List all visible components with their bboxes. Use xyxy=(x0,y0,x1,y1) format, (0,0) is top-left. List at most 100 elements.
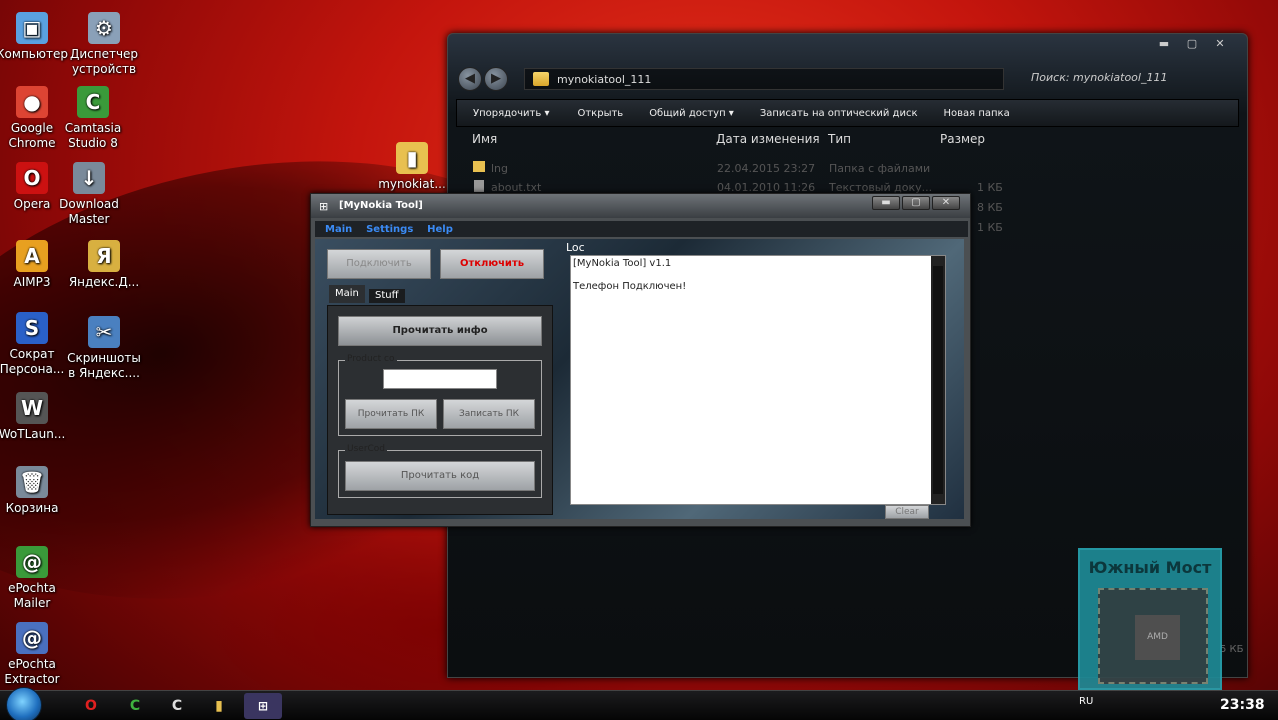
file-date: 22.04.2015 23:27 xyxy=(717,162,816,175)
tab-stuff[interactable]: Stuff xyxy=(369,289,405,303)
main-tab-panel: Прочитать инфо Product co Прочитать ПК З… xyxy=(327,305,553,515)
address-path: mynokiatool_111 xyxy=(557,73,652,86)
forward-arrow-icon[interactable]: ▶ xyxy=(484,67,508,91)
desktop-icon[interactable]: @ ePochta Extractor xyxy=(0,622,70,687)
desktop-icon[interactable]: ⚙ Диспетчер устройств xyxy=(66,12,142,77)
product-code-input[interactable] xyxy=(383,369,497,389)
desktop-icon[interactable]: ▮ mynokiat... xyxy=(374,142,450,192)
taskbar-c-icon[interactable]: C xyxy=(158,693,196,719)
app-icon: A xyxy=(16,240,48,272)
folder-icon xyxy=(473,161,485,172)
app-icon: C xyxy=(77,86,109,118)
desktop-icon[interactable]: 🗑 Корзина xyxy=(0,466,70,516)
app-icon: @ xyxy=(16,546,48,578)
address-bar[interactable]: mynokiatool_111 xyxy=(524,68,1004,90)
desktop-icon[interactable]: W WoTLaun... xyxy=(0,392,70,442)
app-icon: ▣ xyxy=(16,12,48,44)
desktop-icon[interactable]: Я Яндекс.Д... xyxy=(66,240,142,290)
desktop-icon[interactable]: ↓ Download Master xyxy=(51,162,127,227)
product-code-label: Product co xyxy=(345,354,397,364)
minimize-icon[interactable]: ▬ xyxy=(1151,36,1177,52)
desktop-icon-label: AIMP3 xyxy=(13,275,51,289)
menu-bar: Main Settings Help xyxy=(315,221,968,237)
log-line xyxy=(573,269,945,281)
search-input[interactable]: Поиск: mynokiatool_111 xyxy=(1023,68,1235,90)
read-info-button[interactable]: Прочитать инфо xyxy=(338,316,542,346)
file-size: 1 КБ xyxy=(977,181,1003,194)
desktop-icon-label: WoTLaun... xyxy=(0,427,66,441)
desktop-icon-label: ePochta Mailer xyxy=(8,581,56,610)
close-icon[interactable]: ✕ xyxy=(1207,36,1233,52)
app-icon: ✂ xyxy=(88,316,120,348)
desktop-icon-label: ePochta Extractor xyxy=(4,657,60,686)
clear-button[interactable]: Clear xyxy=(885,505,929,519)
explorer-window-controls: ▬ ▢ ✕ xyxy=(1151,36,1233,52)
menu-settings[interactable]: Settings xyxy=(366,224,413,235)
column-name[interactable]: Имя xyxy=(472,132,497,146)
watermark-title: Южный Мост xyxy=(1088,558,1212,577)
file-row[interactable]: lng 22.04.2015 23:27 Папка с файлами xyxy=(473,161,1233,179)
desktop-icon-label: Компьютер xyxy=(0,47,68,61)
app-icon: ⚙ xyxy=(88,12,120,44)
desktop-icon-label: Сократ Персона... xyxy=(0,347,65,376)
log-scrollbar[interactable] xyxy=(931,256,945,504)
desktop-icon[interactable]: ✂ Скриншоты в Яндекс.... xyxy=(66,316,142,381)
maximize-icon[interactable]: ▢ xyxy=(1179,36,1205,52)
desktop-icon-label: Download Master xyxy=(59,197,119,226)
start-button[interactable] xyxy=(6,687,42,720)
back-arrow-icon[interactable]: ◀ xyxy=(458,67,482,91)
desktop-icon[interactable]: C Camtasia Studio 8 xyxy=(55,86,131,151)
folder-icon xyxy=(533,72,549,86)
usercode-group: UserCod Прочитать код xyxy=(338,444,542,498)
toolbar-new-folder[interactable]: Новая папка xyxy=(944,108,1010,119)
desktop-icon-label: Яндекс.Д... xyxy=(68,275,140,289)
taskbar-explorer-icon[interactable]: ▮ xyxy=(200,693,238,719)
log-label: Loc xyxy=(566,241,585,254)
write-pc-button[interactable]: Записать ПК xyxy=(443,399,535,429)
text-file-icon xyxy=(474,180,484,192)
log-line: Телефон Подключен! xyxy=(573,281,687,292)
taskbar-opera-icon[interactable]: O xyxy=(72,693,110,719)
desktop-icon[interactable]: A AIMP3 xyxy=(0,240,70,290)
menu-help[interactable]: Help xyxy=(427,224,453,235)
close-icon[interactable]: ✕ xyxy=(932,196,960,210)
toolbar-open[interactable]: Открыть xyxy=(577,108,623,119)
menu-main[interactable]: Main xyxy=(325,224,352,235)
app-icon: ⊞ xyxy=(319,200,329,213)
minimize-icon[interactable]: ▬ xyxy=(872,196,900,210)
app-icon: ↓ xyxy=(73,162,105,194)
desktop-icon[interactable]: ▣ Компьютер xyxy=(0,12,70,62)
log-output[interactable]: [MyNokia Tool] v1.1 Телефон Подключен! xyxy=(570,255,946,505)
mynokia-window[interactable]: ⊞ [MyNokia Tool] ▬ ▢ ✕ Main Settings Hel… xyxy=(310,193,971,527)
clock[interactable]: 23:38 xyxy=(1220,697,1265,713)
toolbar-burn[interactable]: Записать на оптический диск xyxy=(760,108,918,119)
taskbar-camtasia-icon[interactable]: C xyxy=(116,693,154,719)
column-size[interactable]: Размер xyxy=(940,132,985,146)
app-icon: ● xyxy=(16,86,48,118)
file-size: 1 КБ xyxy=(977,221,1003,234)
desktop-icon[interactable]: S Сократ Персона... xyxy=(0,312,70,377)
desktop-icon[interactable]: @ ePochta Mailer xyxy=(0,546,70,611)
language-indicator[interactable]: RU xyxy=(1079,696,1093,707)
app-icon: Я xyxy=(88,240,120,272)
app-icon: 🗑 xyxy=(16,466,48,498)
taskbar-mynokia-icon[interactable]: ⊞ xyxy=(244,693,282,719)
tab-main[interactable]: Main xyxy=(329,285,365,303)
read-code-button[interactable]: Прочитать код xyxy=(345,461,535,491)
maximize-icon[interactable]: ▢ xyxy=(902,196,930,210)
column-headers: Имя Дата изменения Тип Размер xyxy=(456,128,1239,150)
column-date[interactable]: Дата изменения xyxy=(716,132,820,146)
desktop-icon-label: Диспетчер устройств xyxy=(69,47,139,76)
toolbar-share[interactable]: Общий доступ ▾ xyxy=(649,108,734,119)
disconnect-button[interactable]: Отключить xyxy=(440,249,544,279)
chip-label: AMD xyxy=(1135,615,1180,660)
connect-button[interactable]: Подключить xyxy=(327,249,431,279)
product-code-group: Product co Прочитать ПК Записать ПК xyxy=(338,354,542,436)
mynokia-titlebar[interactable]: ⊞ [MyNokia Tool] ▬ ▢ ✕ xyxy=(311,194,970,218)
column-type[interactable]: Тип xyxy=(828,132,851,146)
chip-image: AMD xyxy=(1098,588,1208,684)
read-pc-button[interactable]: Прочитать ПК xyxy=(345,399,437,429)
usercode-label: UserCod xyxy=(345,444,388,454)
toolbar-organize[interactable]: Упорядочить ▾ xyxy=(473,108,549,119)
app-icon: S xyxy=(16,312,48,344)
